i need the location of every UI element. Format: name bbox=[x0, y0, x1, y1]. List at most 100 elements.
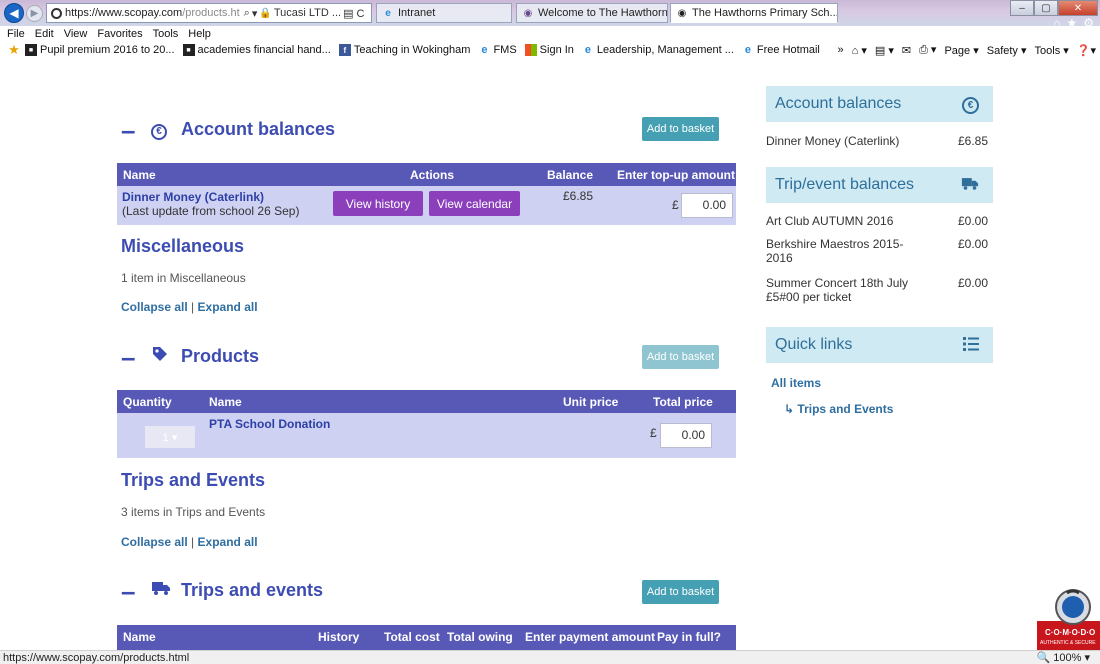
quantity-select[interactable]: 1 ▾ bbox=[145, 426, 195, 448]
tools-menu[interactable]: Tools ▾ bbox=[1035, 44, 1069, 57]
page-content: – € Account balances Add to basket Name … bbox=[0, 59, 1100, 650]
expand-all-link[interactable]: Expand all bbox=[198, 300, 258, 314]
site-icon: ■ bbox=[182, 44, 195, 56]
total-price-input[interactable]: 0.00 bbox=[660, 423, 712, 448]
forward-button[interactable]: ▶ bbox=[26, 5, 43, 22]
status-url: https://www.scopay.com/products.html bbox=[3, 651, 190, 664]
home-icon[interactable]: ⌂ ▾ bbox=[852, 44, 867, 57]
product-name-link[interactable]: PTA School Donation bbox=[209, 417, 330, 431]
account-name-link[interactable]: Dinner Money (Caterlink) bbox=[122, 190, 264, 204]
collapse-toggle[interactable]: – bbox=[121, 344, 151, 370]
sidebar-account-balances-header: Account balances € bbox=[766, 86, 993, 122]
sidebar-title: Trip/event balances bbox=[775, 176, 915, 193]
favorites-star-icon[interactable]: ★ bbox=[6, 42, 22, 57]
chevron-down-icon[interactable]: ▾ bbox=[252, 7, 258, 20]
comodo-secure-badge[interactable]: C·O·M·O·D·O AUTHENTIC & SECURE bbox=[1037, 585, 1100, 650]
quick-link-all-items[interactable]: All items bbox=[771, 376, 821, 390]
zoom-level: 100% bbox=[1053, 652, 1082, 664]
quick-link-trips[interactable]: ↳ Trips and Events bbox=[784, 402, 893, 416]
lock-icon[interactable]: 🔒 bbox=[259, 8, 271, 19]
menu-edit[interactable]: Edit bbox=[35, 28, 54, 40]
header-total-owing: Total owing bbox=[447, 630, 513, 644]
menu-help[interactable]: Help bbox=[188, 28, 211, 40]
minimize-button[interactable]: – bbox=[1010, 0, 1034, 16]
favorite-label: academies financial hand... bbox=[197, 44, 331, 56]
tab-intranet[interactable]: e Intranet bbox=[376, 3, 512, 23]
arrow-right-icon: ▶ bbox=[30, 8, 39, 19]
safety-menu[interactable]: Safety ▾ bbox=[987, 44, 1027, 57]
section-title: Products bbox=[181, 346, 260, 366]
address-bar[interactable]: https://www.scopay.com/products.ht ⌕ ▾ 🔒… bbox=[46, 3, 372, 23]
list-icon bbox=[963, 336, 979, 356]
quick-link-label: Trips and Events bbox=[797, 402, 894, 416]
add-to-basket-button[interactable]: Add to basket bbox=[642, 117, 719, 141]
topup-amount-input[interactable]: 0.00 bbox=[681, 193, 733, 218]
tab-label: Intranet bbox=[398, 7, 436, 19]
zoom-control[interactable]: 🔍 100% ▾ bbox=[1037, 651, 1090, 664]
window-controls: – ▢ ✕ bbox=[1010, 0, 1098, 16]
favorite-link[interactable]: f Teaching in Wokingham bbox=[338, 44, 470, 56]
collapse-all-link[interactable]: Collapse all bbox=[121, 300, 188, 314]
truck-icon bbox=[151, 580, 181, 601]
favorite-link[interactable]: Sign In bbox=[524, 44, 574, 56]
trips-item-count: 3 items in Trips and Events bbox=[121, 505, 266, 519]
favorite-label: Free Hotmail bbox=[756, 44, 820, 56]
menu-favorites[interactable]: Favorites bbox=[97, 28, 142, 40]
products-table-header: Quantity Name Unit price Total price bbox=[117, 390, 736, 413]
balance-value: £6.85 bbox=[563, 189, 594, 203]
close-window-button[interactable]: ✕ bbox=[1058, 0, 1098, 16]
feeds-icon[interactable]: ▤ ▾ bbox=[875, 44, 894, 57]
tab-hawthorns[interactable]: ◉ The Hawthorns Primary Sch... ✕ bbox=[670, 3, 838, 23]
header-balance: Balance bbox=[547, 168, 594, 182]
table-row: Dinner Money (Caterlink) (Last update fr… bbox=[117, 186, 736, 225]
view-calendar-button[interactable]: View calendar bbox=[429, 191, 520, 216]
search-icon[interactable]: ⌕ bbox=[244, 7, 250, 20]
section-title: Account balances bbox=[181, 119, 336, 139]
more-favorites-chevron[interactable]: » bbox=[838, 44, 844, 56]
favorite-link[interactable]: ■ academies financial hand... bbox=[182, 44, 331, 56]
header-quantity: Quantity bbox=[123, 395, 172, 409]
collapse-toggle[interactable]: – bbox=[121, 578, 151, 604]
url-host: www.scopay.com bbox=[98, 7, 183, 19]
maximize-button[interactable]: ▢ bbox=[1034, 0, 1058, 16]
browser-title-bar: ◀ ▶ https://www.scopay.com/products.ht ⌕… bbox=[0, 0, 1100, 30]
favorite-link[interactable]: e Free Hotmail bbox=[742, 44, 820, 56]
ie-icon: e bbox=[385, 7, 391, 19]
last-update-text: (Last update from school 26 Sep) bbox=[122, 204, 300, 218]
collapse-all-link[interactable]: Collapse all bbox=[121, 535, 188, 549]
view-history-button[interactable]: View history bbox=[333, 191, 423, 216]
favorite-link[interactable]: e FMS bbox=[478, 44, 516, 56]
sidebar-trip-name: Summer Concert 18th July £5#00 per ticke… bbox=[766, 276, 909, 304]
tab-label: The Hawthorns Primary Sch... bbox=[692, 7, 838, 19]
globe-icon: ◉ bbox=[677, 7, 687, 19]
sidebar-trip-value: £0.00 bbox=[958, 276, 989, 290]
menu-view[interactable]: View bbox=[64, 28, 88, 40]
compat-refresh-icons[interactable]: ▤ C bbox=[343, 7, 364, 20]
sidebar-title: Account balances bbox=[775, 95, 902, 112]
header-actions: Actions bbox=[410, 168, 455, 182]
back-button[interactable]: ◀ bbox=[4, 3, 24, 23]
favorite-link[interactable]: ■ Pupil premium 2016 to 20... bbox=[25, 44, 175, 56]
mail-icon[interactable]: ✉ bbox=[902, 44, 911, 57]
sidebar-trip-value: £0.00 bbox=[958, 214, 989, 228]
trips-events-section-heading: – Trips and events bbox=[121, 578, 324, 604]
add-to-basket-button[interactable]: Add to basket bbox=[642, 345, 719, 369]
help-icon[interactable]: ❓▾ bbox=[1077, 44, 1096, 57]
separator: | bbox=[191, 300, 195, 314]
account-balances-heading: – € Account balances bbox=[121, 117, 336, 143]
tab-welcome[interactable]: ◉ Welcome to The Hawthorns Pri... bbox=[516, 3, 668, 23]
page-icon: ◉ bbox=[523, 7, 533, 19]
print-icon[interactable]: ⎙ ▾ bbox=[919, 43, 936, 57]
section-title: Trips and events bbox=[181, 580, 324, 600]
menu-tools[interactable]: Tools bbox=[153, 28, 179, 40]
favorite-link[interactable]: e Leadership, Management ... bbox=[582, 44, 734, 56]
certificate-label[interactable]: Tucasi LTD ... bbox=[274, 7, 341, 19]
add-to-basket-button[interactable]: Add to basket bbox=[642, 580, 719, 604]
menu-file[interactable]: File bbox=[7, 28, 25, 40]
return-arrow-icon: ↳ bbox=[784, 402, 795, 416]
tag-icon bbox=[151, 345, 181, 368]
page-menu[interactable]: Page ▾ bbox=[944, 44, 978, 57]
expand-all-link[interactable]: Expand all bbox=[198, 535, 258, 549]
header-unit-price: Unit price bbox=[563, 395, 619, 409]
collapse-toggle[interactable]: – bbox=[121, 117, 151, 143]
